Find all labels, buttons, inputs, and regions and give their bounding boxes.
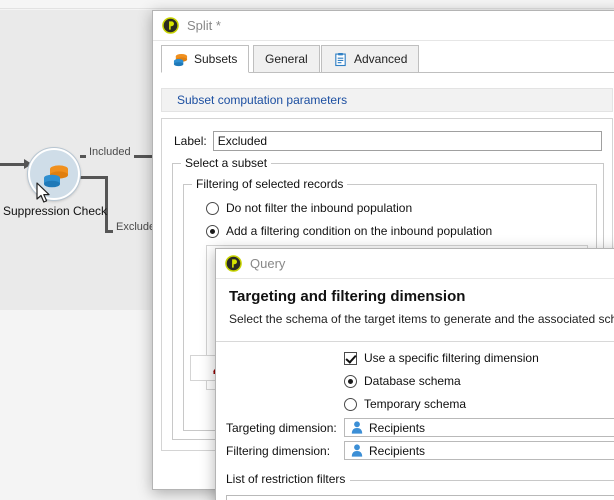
radio-temporary-schema-control[interactable] [344,397,357,411]
subset-parameters-header: Subset computation parameters [161,88,613,112]
split-title-text: Split * [187,18,221,33]
label-field-caption: Label: [174,134,207,148]
filtering-dimension-label: Filtering dimension: [226,444,331,458]
query-heading: Targeting and filtering dimension [229,288,466,305]
adobe-campaign-icon [225,255,242,272]
person-icon [351,444,363,457]
query-header: Targeting and filtering dimension Select… [216,280,614,342]
query-titlebar[interactable]: Query [216,249,614,279]
screen-root: Included Excluded Suppression Check Spli… [0,0,614,500]
query-dialog[interactable]: Query Targeting and filtering dimension … [215,248,614,500]
radio-add-filtering-condition-control[interactable] [206,224,219,238]
clipboard-icon [335,52,346,66]
filtering-dimension-field[interactable]: Recipients [344,441,614,460]
tab-subsets-label: Subsets [194,52,238,66]
radio-temporary-schema[interactable]: Temporary schema [344,397,466,411]
query-subheading: Select the schema of the target items to… [229,312,614,326]
filtering-records-legend: Filtering of selected records [192,177,348,191]
connector-excluded-h1 [80,176,108,179]
targeting-dimension-field[interactable]: Recipients [344,418,614,437]
connector-inbound [0,163,26,166]
checkbox-use-specific-dimension[interactable]: Use a specific filtering dimension [344,351,539,365]
radio-do-not-filter-control[interactable] [206,201,219,215]
radio-database-schema[interactable]: Database schema [344,374,461,388]
split-titlebar[interactable]: Split * [153,11,614,41]
restriction-filters-list[interactable]: Filtering conditions [226,495,614,500]
branch-label-included: Included [86,146,134,158]
adobe-campaign-icon [162,17,179,34]
radio-do-not-filter-label: Do not filter the inbound population [226,201,413,215]
tab-advanced-label: Advanced [354,52,408,66]
restriction-filters-group: List of restriction filters Filtering co… [226,472,614,500]
query-body: Use a specific filtering dimension Datab… [216,343,614,500]
radio-do-not-filter[interactable]: Do not filter the inbound population [206,201,412,215]
tab-general[interactable]: General [253,45,320,73]
tab-general-label: General [265,52,308,66]
subset-parameters-title: Subset computation parameters [177,93,348,107]
radio-add-filtering-condition-label: Add a filtering condition on the inbound… [226,224,493,238]
targeting-dimension-value: Recipients [369,420,426,435]
tab-advanced[interactable]: Advanced [321,45,420,73]
use-specific-dimension-checkbox[interactable] [344,351,357,365]
mouse-pointer-icon [36,182,50,203]
list-item[interactable]: Filtering conditions [227,496,614,500]
app-top-strip [0,0,614,9]
database-icon [173,53,188,66]
query-title-text: Query [250,256,286,271]
radio-add-filtering-condition[interactable]: Add a filtering condition on the inbound… [206,224,492,238]
select-subset-legend: Select a subset [181,156,272,170]
use-specific-dimension-label: Use a specific filtering dimension [364,351,539,365]
label-input[interactable] [212,131,602,151]
filtering-dimension-value: Recipients [369,443,426,458]
radio-database-schema-label: Database schema [364,374,461,388]
targeting-dimension-label: Targeting dimension: [226,421,337,435]
label-field-row: Label: [174,131,602,151]
radio-temporary-schema-label: Temporary schema [364,397,467,411]
workflow-node-label: Suppression Check [2,204,108,218]
restriction-filters-legend: List of restriction filters [226,472,351,486]
radio-database-schema-control[interactable] [344,374,357,388]
tab-subsets[interactable]: Subsets [161,45,250,73]
person-icon [351,421,363,434]
split-tabstrip[interactable]: Subsets General Advanced [161,45,614,73]
